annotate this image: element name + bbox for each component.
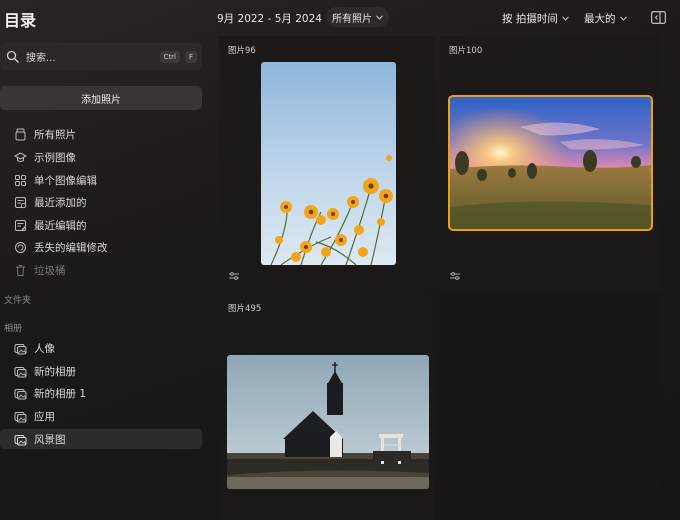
page-title: 目录 <box>4 11 37 30</box>
app-window: 目录 搜索... Ctrl F 添加照片 所有照片 示例图像 单个图像编辑 最近… <box>0 0 680 520</box>
chevron-down-icon <box>561 16 569 21</box>
photo-thumbnail-sunrise[interactable] <box>448 95 653 231</box>
sidebar-item-single-edits[interactable]: 单个图像编辑 <box>0 170 202 190</box>
thumbnail-size-dropdown[interactable]: 最大的 <box>584 11 627 26</box>
sidebar-item-label: 最近添加的 <box>34 196 87 209</box>
shortcut-ctrl-badge: Ctrl <box>159 50 180 63</box>
sidebar-item-label: 风景图 <box>34 433 66 446</box>
album-icon <box>14 411 27 422</box>
sidebar-item-lost-edits[interactable]: 丢失的编辑修改 <box>0 237 202 257</box>
chevron-down-icon <box>619 16 627 21</box>
add-photos-button[interactable]: 添加照片 <box>0 86 202 110</box>
search-icon <box>6 50 19 63</box>
sort-dropdown-label: 按 拍摄时间 <box>502 13 558 25</box>
grid-icon <box>15 174 26 186</box>
recent-edited-icon <box>15 219 26 231</box>
toggle-panel-icon[interactable] <box>651 11 666 24</box>
adjustments-icon <box>229 272 239 280</box>
lost-edits-icon <box>15 241 26 253</box>
album-icon <box>14 366 27 377</box>
sidebar-item-label: 示例图像 <box>34 151 76 164</box>
photo-thumbnail-flowers[interactable] <box>261 62 396 265</box>
trash-icon <box>16 264 25 276</box>
sidebar-item-label: 新的相册 <box>34 365 76 378</box>
sidebar: 目录 搜索... Ctrl F 添加照片 所有照片 示例图像 单个图像编辑 最近… <box>0 0 208 520</box>
search-input[interactable]: 搜索... Ctrl F <box>0 43 202 70</box>
adjustments-icon <box>450 272 460 280</box>
photo-tile[interactable]: 图片96 <box>219 36 435 290</box>
sidebar-item-album-landscape[interactable]: 风景图 <box>0 429 202 449</box>
albums-section-label: 相册 <box>4 324 23 334</box>
photo-thumbnail-church[interactable] <box>227 355 429 489</box>
photo-name: 图片495 <box>228 304 262 314</box>
search-placeholder: 搜索... <box>26 53 56 64</box>
sidebar-item-all-photos[interactable]: 所有照片 <box>0 124 202 144</box>
sidebar-item-label: 人像 <box>34 342 55 355</box>
sidebar-item-recently-added[interactable]: 最近添加的 <box>0 192 202 212</box>
photo-name: 图片96 <box>228 46 256 56</box>
sidebar-item-label: 所有照片 <box>34 128 76 141</box>
chevron-down-icon <box>376 14 383 20</box>
shortcut-f-badge: F <box>184 50 197 63</box>
recent-added-icon <box>15 196 27 208</box>
sidebar-item-album-apps[interactable]: 应用 <box>0 406 202 426</box>
album-icon <box>14 388 27 399</box>
sidebar-item-label: 垃圾桶 <box>34 264 66 277</box>
empty-grid-cell <box>440 294 660 520</box>
thumbnail-size-label: 最大的 <box>584 13 616 25</box>
filter-dropdown[interactable]: 所有照片 <box>326 7 389 27</box>
filter-dropdown-label: 所有照片 <box>332 13 372 25</box>
sidebar-item-album-new-1[interactable]: 新的相册 1 <box>0 383 202 403</box>
sidebar-item-label: 丢失的编辑修改 <box>34 241 108 254</box>
photo-tile[interactable]: 图片100 <box>440 36 660 290</box>
folders-section-label: 文件夹 <box>4 296 32 306</box>
sidebar-item-album-new[interactable]: 新的相册 <box>0 361 202 381</box>
sidebar-item-recently-edited[interactable]: 最近编辑的 <box>0 215 202 235</box>
photo-tile[interactable]: 图片495 <box>219 294 435 520</box>
sidebar-item-label: 应用 <box>34 410 55 423</box>
sidebar-item-label: 新的相册 1 <box>34 387 87 400</box>
sidebar-item-album-portrait[interactable]: 人像 <box>0 338 202 358</box>
album-icon <box>14 434 27 445</box>
date-range-label: 9月 2022 - 5月 2024 <box>217 13 322 25</box>
sidebar-item-label: 单个图像编辑 <box>34 174 97 187</box>
sidebar-item-sample-images[interactable]: 示例图像 <box>0 147 202 167</box>
photos-stack-icon <box>15 128 26 140</box>
graduation-cap-icon <box>14 151 27 162</box>
sidebar-item-label: 最近编辑的 <box>34 219 87 232</box>
album-icon <box>14 343 27 354</box>
photo-name: 图片100 <box>449 46 483 56</box>
sort-dropdown[interactable]: 按 拍摄时间 <box>502 11 569 26</box>
sidebar-item-trash[interactable]: 垃圾桶 <box>0 260 202 280</box>
